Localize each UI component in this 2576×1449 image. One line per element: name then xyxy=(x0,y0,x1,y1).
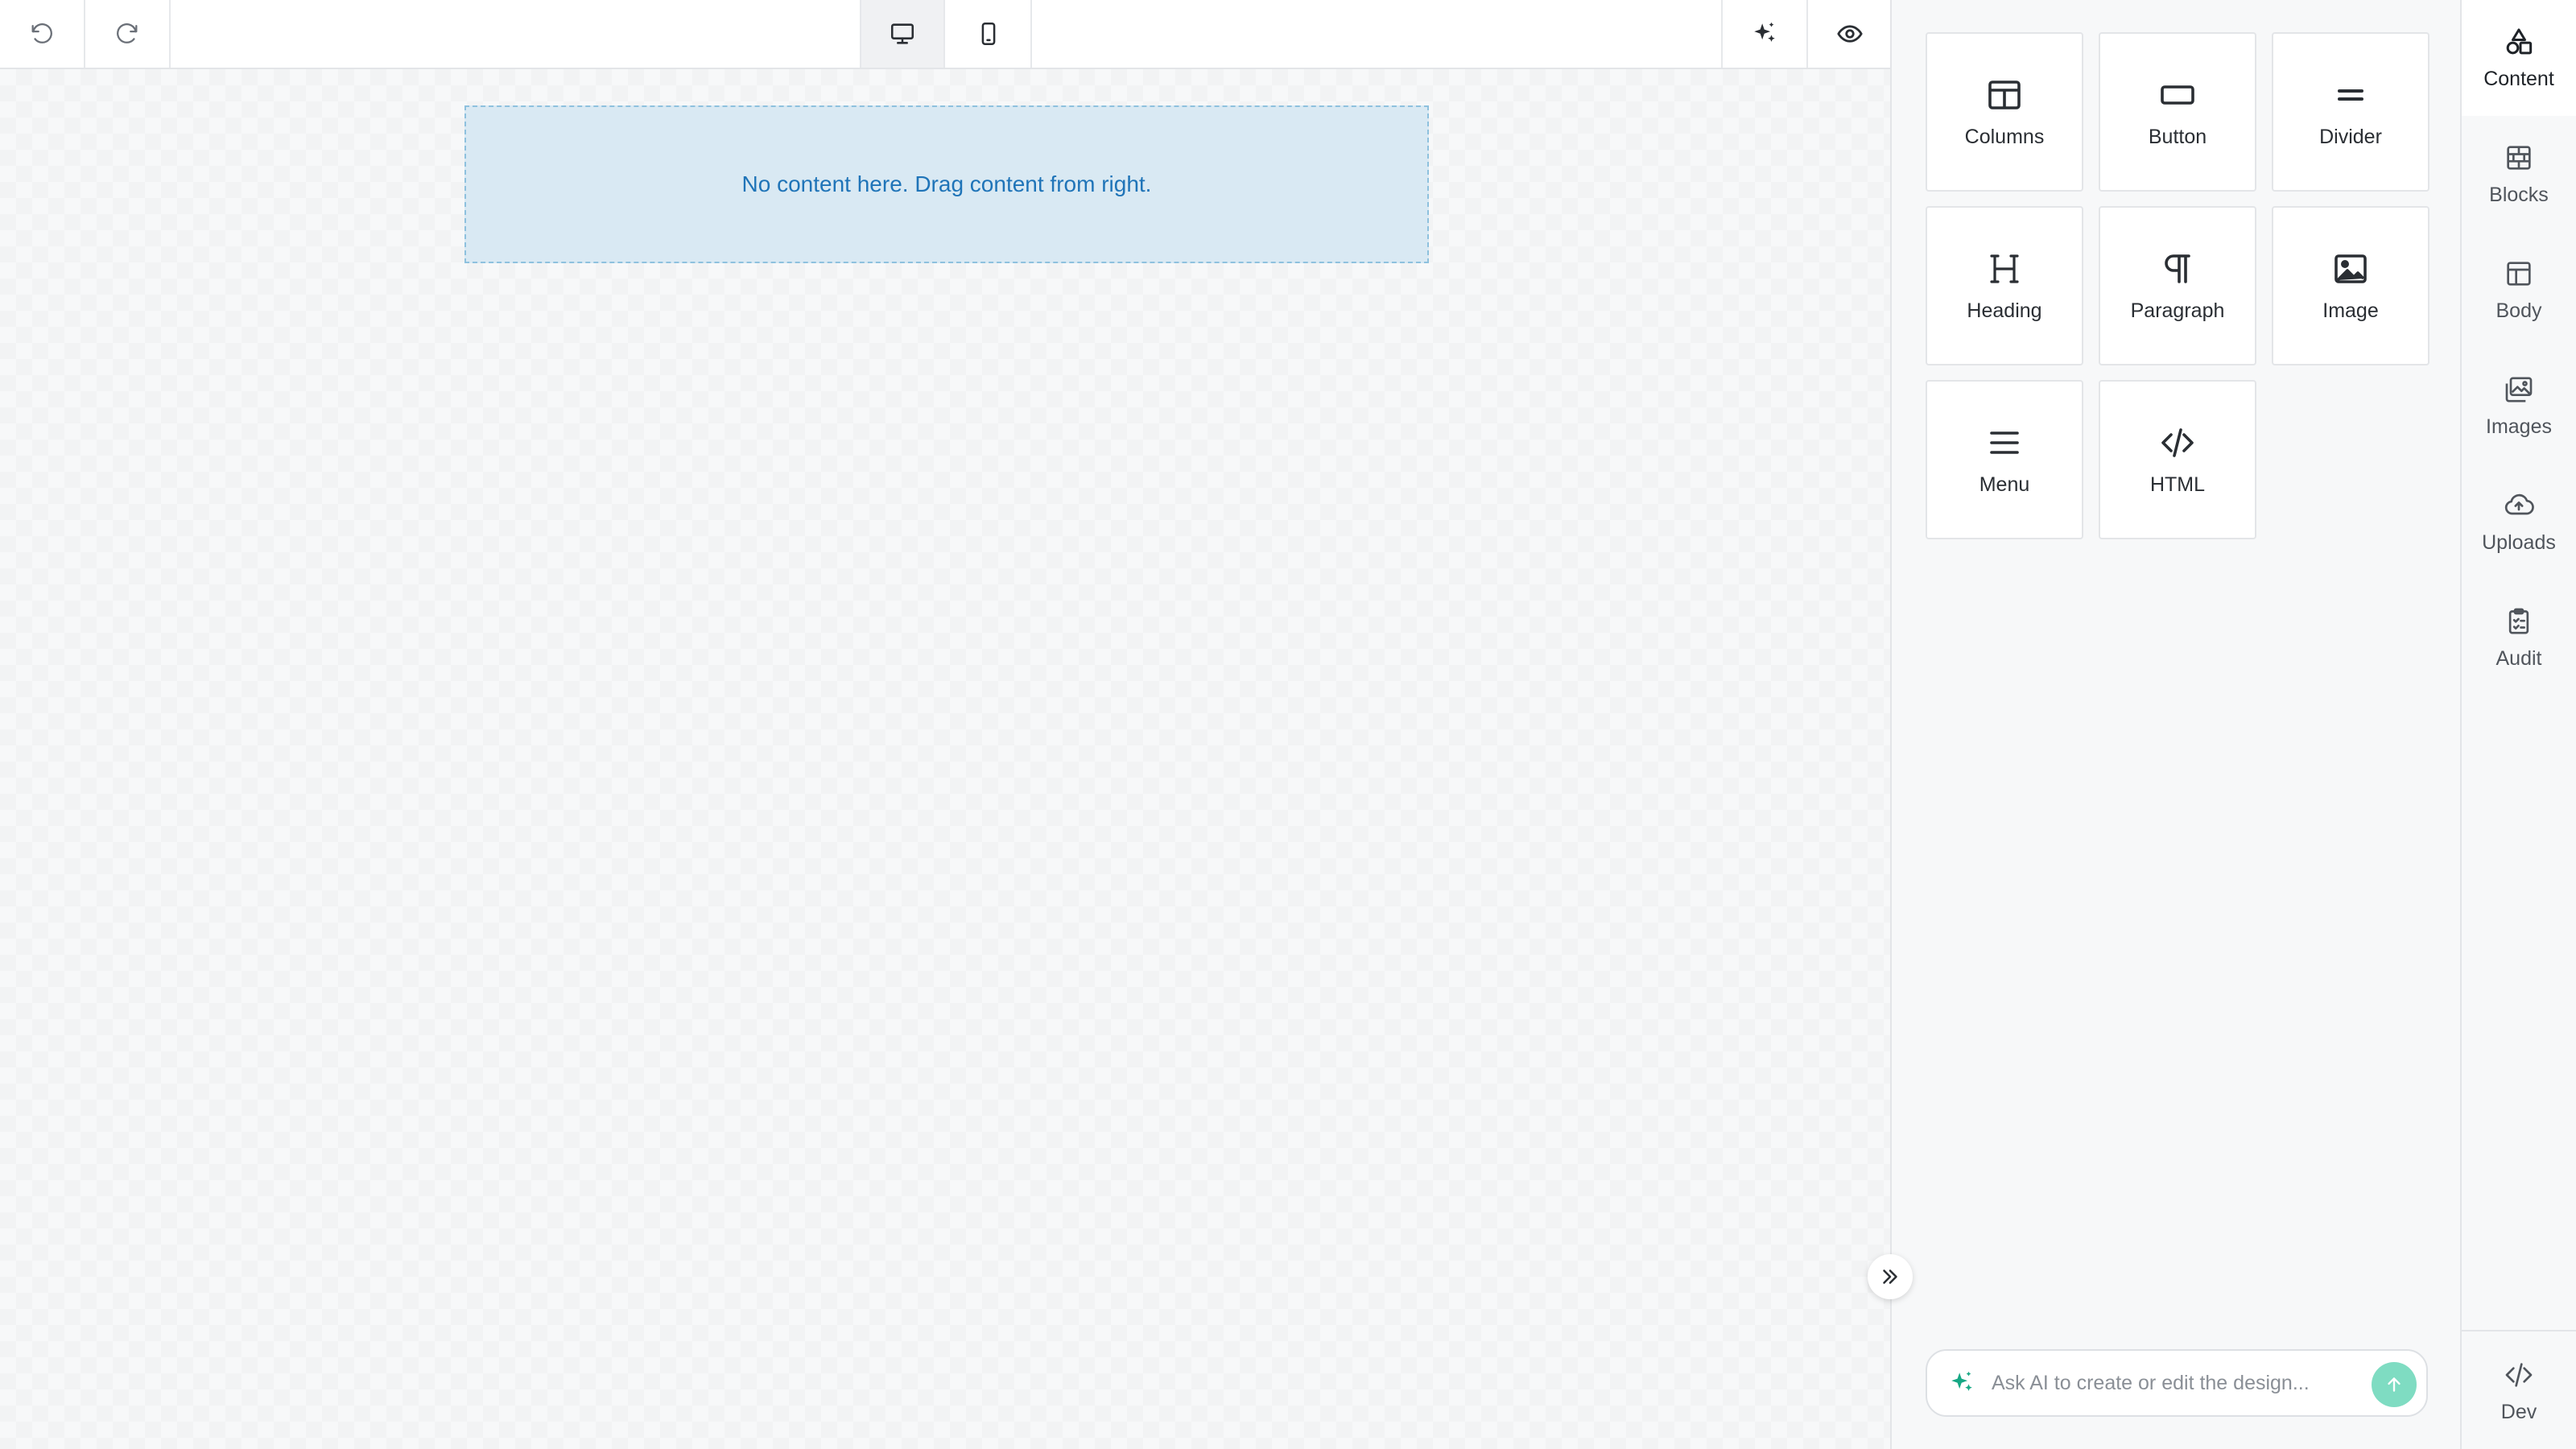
monitor-icon xyxy=(890,23,914,44)
empty-message: No content here. Drag content from right… xyxy=(741,171,1152,196)
tile-label: Image xyxy=(2322,299,2379,322)
menu-icon xyxy=(1990,431,2019,454)
ai-send-button[interactable] xyxy=(2372,1362,2417,1407)
images-icon xyxy=(2505,377,2533,402)
arrow-up-icon xyxy=(2388,1377,2401,1392)
chevrons-right-icon xyxy=(1883,1269,1897,1284)
cloud-upload-icon xyxy=(2504,493,2534,514)
image-icon xyxy=(2334,254,2367,283)
empty-dropzone[interactable]: No content here. Drag content from right… xyxy=(464,105,1429,263)
tile-label: Divider xyxy=(2319,125,2382,148)
top-toolbar xyxy=(0,0,1892,69)
nav-item-dev[interactable]: Dev xyxy=(2462,1333,2576,1449)
tile-columns[interactable]: Columns xyxy=(1926,32,2083,192)
nav-divider xyxy=(2460,1330,2576,1331)
nav-item-images[interactable]: Images xyxy=(2462,348,2576,464)
tile-html[interactable]: HTML xyxy=(2099,380,2256,539)
tile-image[interactable]: Image xyxy=(2272,206,2429,365)
tile-label: Paragraph xyxy=(2130,299,2225,322)
mobile-view-button[interactable] xyxy=(947,0,1032,68)
tile-button[interactable]: Button xyxy=(2099,32,2256,192)
ai-prompt-box xyxy=(1926,1349,2428,1417)
nav-label: Content xyxy=(2483,67,2554,90)
divider-icon xyxy=(2338,89,2363,101)
shapes-icon xyxy=(2506,28,2533,54)
nav-label: Uploads xyxy=(2482,530,2556,554)
nav-label: Images xyxy=(2486,415,2552,438)
redo-button[interactable] xyxy=(85,0,171,68)
layout-icon xyxy=(2507,261,2531,286)
tile-menu[interactable]: Menu xyxy=(1926,380,2083,539)
nav-item-body[interactable]: Body xyxy=(2462,232,2576,348)
ai-prompt-input[interactable] xyxy=(1992,1371,2362,1395)
tile-label: Menu xyxy=(1979,473,2030,496)
sparkle-icon xyxy=(1951,1371,1972,1391)
blocks-icon xyxy=(2507,145,2531,170)
nav-label: Blocks xyxy=(2489,183,2549,206)
eye-icon xyxy=(1837,25,1863,43)
tile-label: Heading xyxy=(1967,299,2042,322)
nav-item-uploads[interactable]: Uploads xyxy=(2462,464,2576,580)
sparkle-icon xyxy=(1754,22,1775,42)
code-icon xyxy=(2505,1362,2533,1387)
nav-item-blocks[interactable]: Blocks xyxy=(2462,116,2576,232)
heading-icon xyxy=(1990,254,2019,283)
nav-item-content[interactable]: Content xyxy=(2462,0,2576,116)
design-canvas[interactable]: No content here. Drag content from right… xyxy=(0,69,1890,1449)
content-panel: Columns Button Divider Heading Paragraph… xyxy=(1890,0,2460,1449)
preview-button[interactable] xyxy=(1806,0,1892,68)
ai-magic-button[interactable] xyxy=(1721,0,1806,68)
tile-heading[interactable]: Heading xyxy=(1926,206,2083,365)
columns-icon xyxy=(1988,80,2021,109)
tile-paragraph[interactable]: Paragraph xyxy=(2099,206,2256,365)
redo-icon xyxy=(117,23,138,43)
tile-divider[interactable]: Divider xyxy=(2272,32,2429,192)
paragraph-icon xyxy=(2165,254,2190,283)
nav-label: Body xyxy=(2496,299,2542,322)
collapse-panel-button[interactable] xyxy=(1868,1254,1913,1299)
side-nav: Content Blocks Body Images Uploads Audit… xyxy=(2460,0,2576,1449)
clipboard-check-icon xyxy=(2508,608,2529,634)
tile-label: HTML xyxy=(2149,473,2206,496)
content-tiles: Columns Button Divider Heading Paragraph… xyxy=(1926,32,2429,539)
tile-label: Columns xyxy=(1964,125,2045,148)
button-icon xyxy=(2161,85,2194,105)
nav-label: Audit xyxy=(2496,646,2542,670)
tile-label: Button xyxy=(2148,125,2207,148)
undo-icon xyxy=(31,23,52,43)
desktop-view-button[interactable] xyxy=(860,0,945,68)
nav-label: Dev xyxy=(2500,1400,2537,1423)
smartphone-icon xyxy=(981,22,996,46)
undo-button[interactable] xyxy=(0,0,85,68)
nav-item-audit[interactable]: Audit xyxy=(2462,580,2576,696)
code-icon xyxy=(2161,427,2194,457)
